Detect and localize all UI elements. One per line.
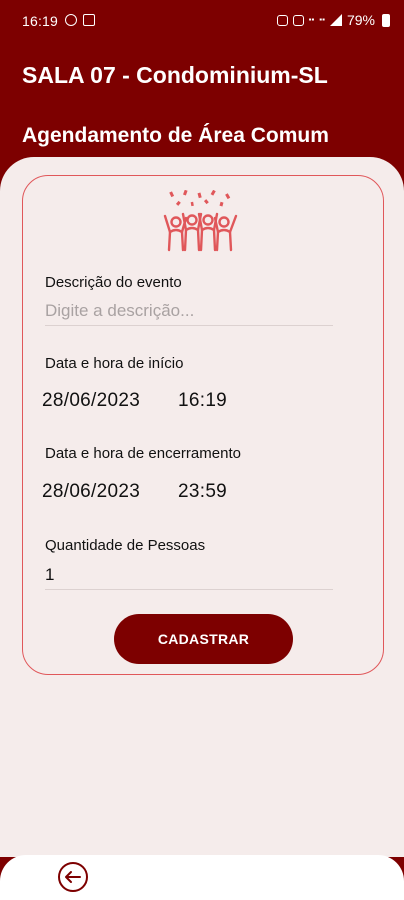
start-date-field[interactable]: 28/06/2023 [42,390,140,418]
system-indicators: ▪▪ ▪▪ 79% [276,12,390,28]
back-arrow-icon [65,871,81,883]
description-input[interactable] [45,296,333,326]
notification-icons [65,14,95,26]
alarm-icon [276,14,288,26]
end-time-field[interactable]: 23:59 [178,481,227,509]
battery-percent: 79% [346,12,375,28]
mute-icon [292,14,304,26]
submit-button[interactable]: CADASTRAR [114,614,293,664]
start-datetime-label: Data e hora de início [45,355,184,372]
start-time-field[interactable]: 16:19 [178,390,227,418]
volte-icon: ▪▪ [308,15,315,24]
signal-icon [329,14,342,26]
end-datetime-label: Data e hora de encerramento [45,445,241,462]
status-time: 16:19 [22,13,59,29]
people-quantity-input[interactable] [45,560,333,590]
people-quantity-label: Quantidade de Pessoas [45,537,206,554]
whatsapp-icon [65,14,77,26]
app-title: SALA 07 - Condominium-SL [22,62,328,88]
status-bar: 16:19 ▪▪ ▪▪ 79% [0,0,404,44]
battery-icon [382,13,390,27]
party-people-icon [163,190,238,252]
description-label: Descrição do evento [45,274,182,291]
network-4g-icon: ▪▪ [319,15,325,24]
page-title: Agendamento de Área Comum [22,124,329,147]
back-button[interactable] [58,862,88,892]
image-icon [83,14,95,26]
end-date-field[interactable]: 28/06/2023 [42,481,140,509]
